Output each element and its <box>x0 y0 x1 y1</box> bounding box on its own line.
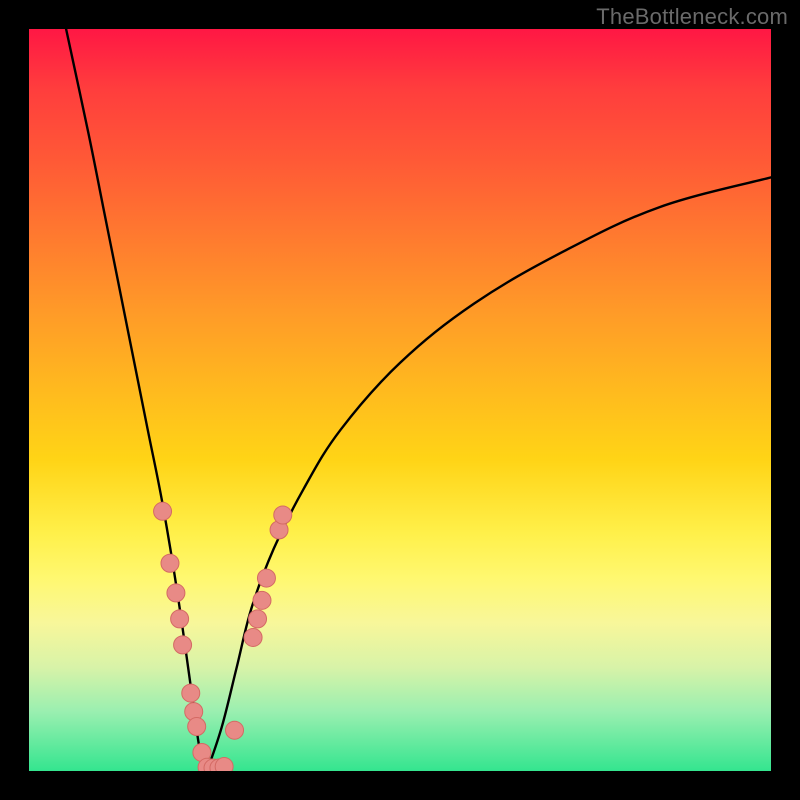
benchmark-point <box>188 717 206 735</box>
benchmark-point <box>244 628 262 646</box>
curve-left_branch <box>66 29 207 771</box>
benchmark-point <box>174 636 192 654</box>
benchmark-markers <box>154 502 292 771</box>
benchmark-point <box>274 506 292 524</box>
benchmark-point <box>257 569 275 587</box>
benchmark-point <box>226 721 244 739</box>
benchmark-point <box>215 758 233 771</box>
benchmark-point <box>249 610 267 628</box>
benchmark-point <box>167 584 185 602</box>
benchmark-point <box>154 502 172 520</box>
chart-frame <box>29 29 771 771</box>
benchmark-point <box>182 684 200 702</box>
bottleneck-curve <box>66 29 771 771</box>
bottleneck-chart <box>29 29 771 771</box>
benchmark-point <box>171 610 189 628</box>
benchmark-point <box>161 554 179 572</box>
benchmark-point <box>253 591 271 609</box>
curve-right_branch <box>207 177 771 771</box>
watermark-text: TheBottleneck.com <box>596 4 788 30</box>
